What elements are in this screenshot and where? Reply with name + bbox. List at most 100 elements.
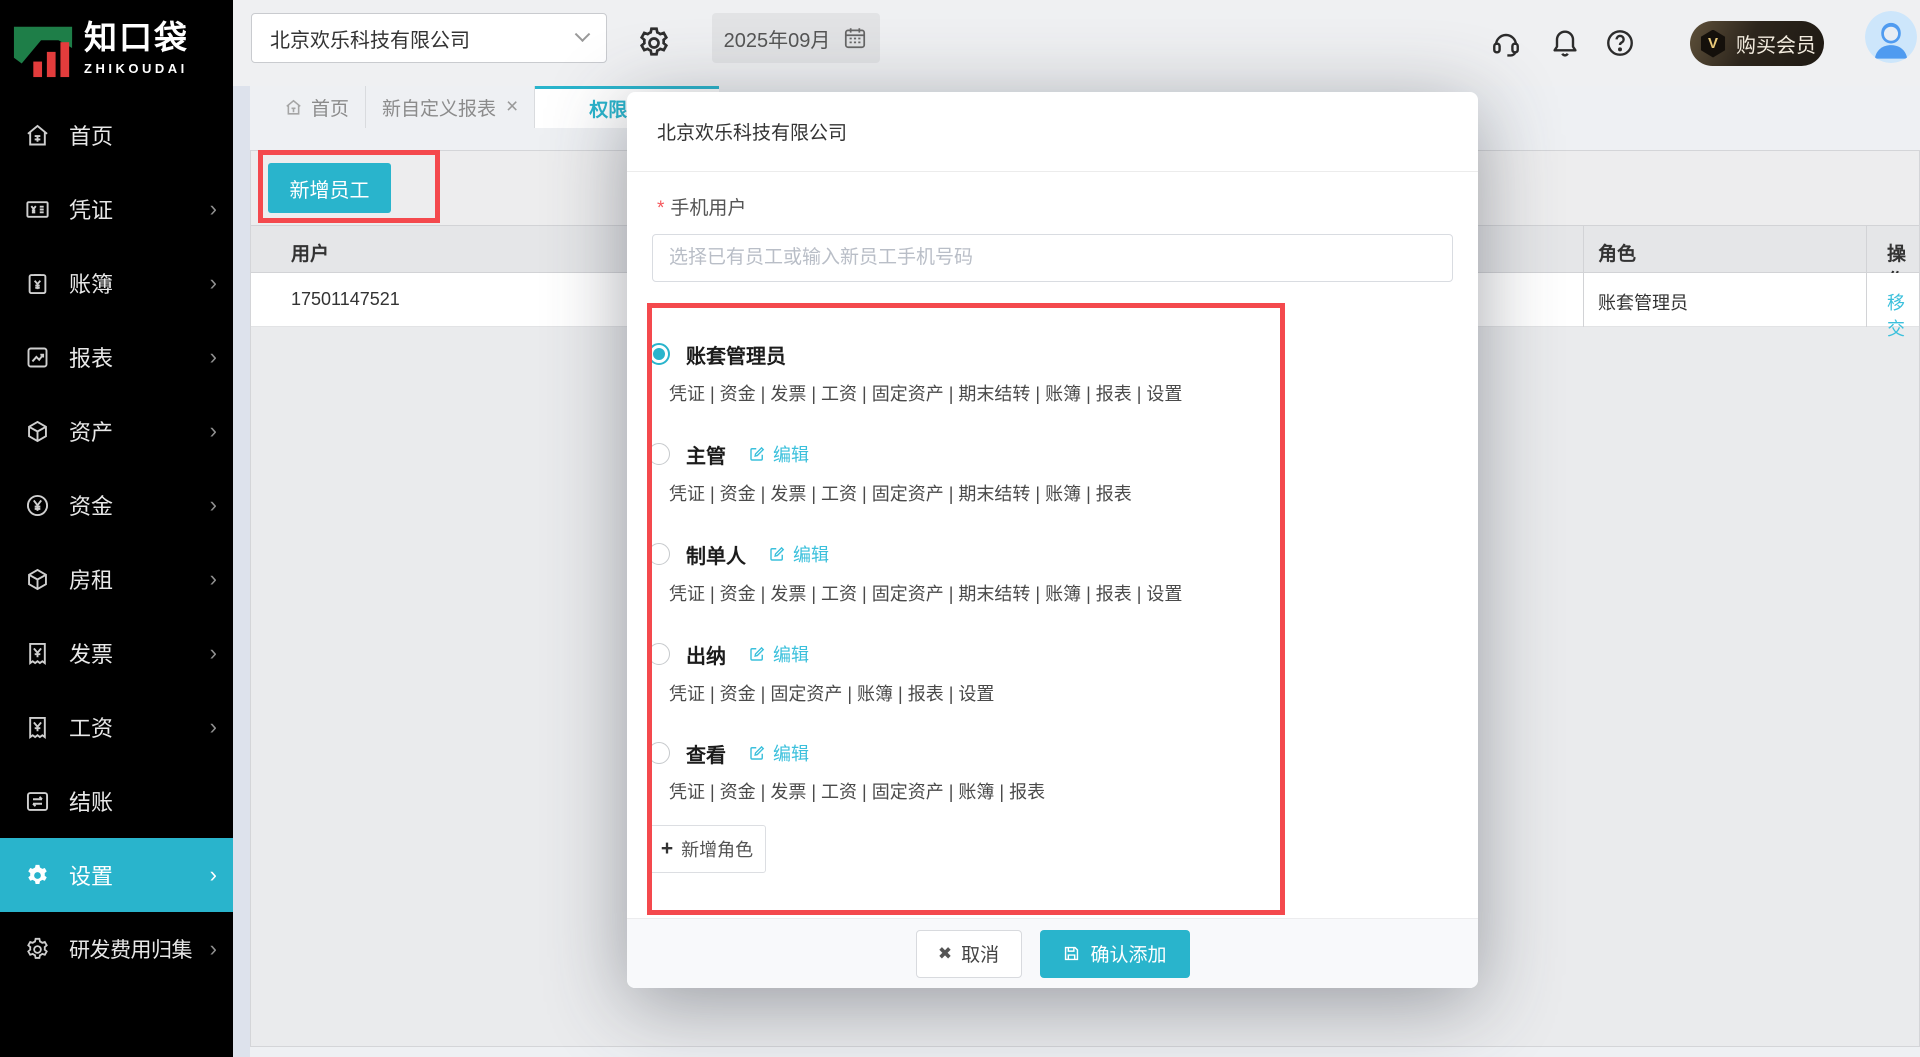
chevron-right-icon: › — [210, 198, 217, 220]
chevron-right-icon: › — [210, 716, 217, 738]
sidebar-item-invoice[interactable]: 发票 › — [0, 616, 233, 690]
home-icon — [24, 122, 51, 149]
chevron-right-icon: › — [210, 494, 217, 516]
col-header-role: 角色 — [1598, 239, 1636, 266]
chevron-right-icon: › — [210, 864, 217, 886]
sidebar-item-asset[interactable]: 资产 › — [0, 394, 233, 468]
edit-pencil-icon — [748, 645, 766, 663]
sidebar: 知口袋 ZHIKOUDAI 首页 凭证 › 账簿 › 报表 › — [0, 0, 233, 1057]
chevron-right-icon: › — [210, 568, 217, 590]
cell-user: 17501147521 — [291, 289, 400, 310]
modal-footer: ✖ 取消 确认添加 — [627, 918, 1478, 988]
radio-icon[interactable] — [648, 443, 670, 465]
app-logo: 知口袋 ZHIKOUDAI — [0, 0, 233, 84]
funds-yuan-icon — [24, 492, 51, 519]
edit-pencil-icon — [748, 744, 766, 762]
home-icon — [284, 98, 303, 117]
chevron-down-icon — [575, 26, 591, 42]
edit-role-link[interactable]: 编辑 — [748, 441, 809, 467]
radio-icon[interactable] — [648, 543, 670, 565]
role-permissions: 凭证 | 资金 | 发票 | 工资 | 固定资产 | 期末结转 | 账簿 | 报… — [669, 380, 1182, 406]
calendar-icon — [842, 25, 868, 51]
logo-title: 知口袋 — [84, 21, 189, 54]
close-x-icon: ✖ — [938, 944, 952, 964]
rent-cube-icon — [24, 566, 51, 593]
settings-gear-button[interactable] — [636, 25, 672, 61]
ledger-icon — [24, 270, 51, 297]
chevron-right-icon: › — [210, 272, 217, 294]
sidebar-item-rent[interactable]: 房租 › — [0, 542, 233, 616]
role-permissions: 凭证 | 资金 | 发票 | 工资 | 固定资产 | 期末结转 | 账簿 | 报… — [669, 480, 1132, 506]
company-select[interactable]: 北京欢乐科技有限公司 — [251, 13, 607, 63]
edit-pencil-icon — [768, 545, 786, 563]
sidebar-divider-strip — [233, 86, 250, 1057]
role-option-viewer[interactable]: 查看 编辑 — [648, 738, 809, 768]
logo-mark-icon — [12, 17, 74, 79]
add-employee-modal: 北京欢乐科技有限公司 *手机用户 账套管理员 凭证 | 资金 | 发票 | 工资… — [627, 92, 1478, 988]
topbar: 北京欢乐科技有限公司 2025年09月 V 购买会员 — [233, 0, 1920, 86]
column-divider — [1583, 225, 1584, 327]
save-floppy-icon — [1062, 944, 1081, 963]
report-icon — [24, 344, 51, 371]
radio-selected-icon[interactable] — [648, 343, 670, 365]
column-divider — [1866, 225, 1867, 327]
phone-field-label: *手机用户 — [657, 193, 746, 220]
sidebar-item-home[interactable]: 首页 — [0, 98, 233, 172]
transfer-link[interactable]: 移交 — [1887, 289, 1919, 341]
required-asterisk: * — [657, 198, 664, 219]
sidebar-item-salary[interactable]: 工资 › — [0, 690, 233, 764]
cell-role: 账套管理员 — [1598, 289, 1688, 315]
role-option-supervisor[interactable]: 主管 编辑 — [648, 439, 809, 469]
tab-home[interactable]: 首页 — [268, 86, 366, 128]
voucher-icon — [24, 196, 51, 223]
user-avatar[interactable] — [1865, 11, 1917, 63]
gear-outline-icon — [24, 936, 51, 963]
role-option-clerk[interactable]: 制单人 编辑 — [648, 539, 829, 569]
col-header-user: 用户 — [291, 239, 329, 266]
modal-title: 北京欢乐科技有限公司 — [627, 92, 1478, 172]
role-permissions: 凭证 | 资金 | 固定资产 | 账簿 | 报表 | 设置 — [669, 680, 994, 706]
add-role-button[interactable]: + 新增角色 — [648, 825, 766, 873]
radio-icon[interactable] — [648, 742, 670, 764]
sidebar-item-voucher[interactable]: 凭证 › — [0, 172, 233, 246]
sidebar-item-closing[interactable]: 结账 — [0, 764, 233, 838]
buy-membership-button[interactable]: V 购买会员 — [1690, 21, 1824, 66]
notification-bell-icon[interactable] — [1549, 27, 1581, 59]
edit-pencil-icon — [748, 445, 766, 463]
app-window: 知口袋 ZHIKOUDAI 首页 凭证 › 账簿 › 报表 › — [0, 0, 1920, 1057]
sidebar-item-rd-collection[interactable]: 研发费用归集 › — [0, 912, 233, 986]
confirm-add-button[interactable]: 确认添加 — [1040, 930, 1190, 978]
tab-custom-report[interactable]: 新自定义报表 × — [366, 86, 535, 128]
accounting-period-picker[interactable]: 2025年09月 — [712, 13, 880, 63]
help-icon[interactable] — [1604, 27, 1636, 59]
cancel-button[interactable]: ✖ 取消 — [916, 930, 1022, 978]
chevron-right-icon: › — [210, 642, 217, 664]
sidebar-item-funds[interactable]: 资金 › — [0, 468, 233, 542]
plus-icon: + — [661, 837, 673, 861]
sidebar-item-report[interactable]: 报表 › — [0, 320, 233, 394]
closing-exchange-icon — [24, 788, 51, 815]
vip-badge-icon: V — [1699, 30, 1727, 58]
edit-role-link[interactable]: 编辑 — [748, 641, 809, 667]
gear-icon — [24, 862, 51, 889]
period-value: 2025年09月 — [724, 24, 831, 53]
chevron-right-icon: › — [210, 420, 217, 442]
phone-input[interactable] — [652, 234, 1453, 282]
role-option-admin[interactable]: 账套管理员 — [648, 339, 786, 369]
asset-cube-icon — [24, 418, 51, 445]
radio-icon[interactable] — [648, 643, 670, 665]
chevron-right-icon: › — [210, 346, 217, 368]
sidebar-item-ledger[interactable]: 账簿 › — [0, 246, 233, 320]
support-headset-icon[interactable] — [1490, 27, 1522, 59]
add-employee-button[interactable]: 新增员工 — [268, 163, 391, 213]
close-icon[interactable]: × — [506, 95, 518, 119]
company-select-value: 北京欢乐科技有限公司 — [270, 24, 470, 53]
sidebar-item-settings[interactable]: 设置 › — [0, 838, 233, 912]
role-option-cashier[interactable]: 出纳 编辑 — [648, 639, 809, 669]
invoice-icon — [24, 640, 51, 667]
logo-subtitle: ZHIKOUDAI — [84, 61, 189, 76]
buy-membership-label: 购买会员 — [1736, 29, 1816, 58]
sidebar-menu: 首页 凭证 › 账簿 › 报表 › 资产 › — [0, 98, 233, 986]
edit-role-link[interactable]: 编辑 — [768, 541, 829, 567]
edit-role-link[interactable]: 编辑 — [748, 740, 809, 766]
